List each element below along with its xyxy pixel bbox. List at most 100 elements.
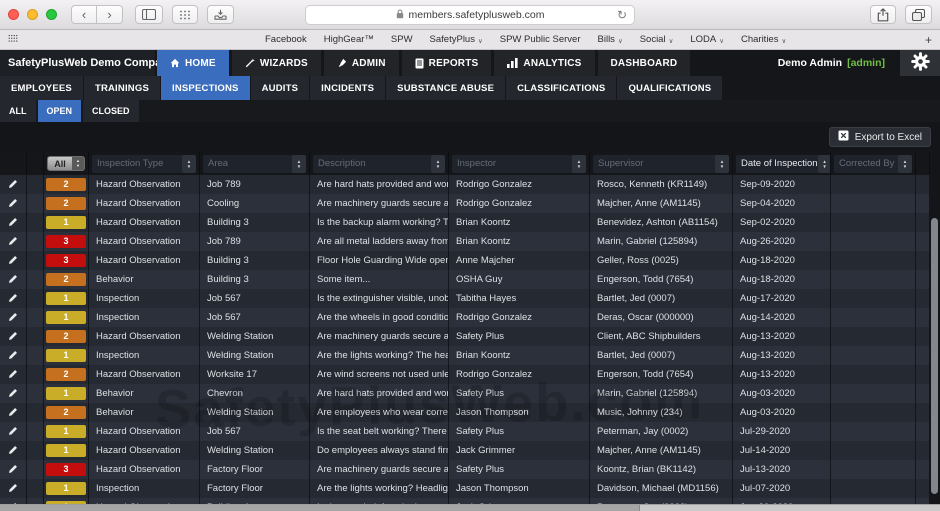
back-button[interactable]: ‹	[71, 5, 97, 24]
edit-pencil-icon[interactable]	[8, 233, 18, 251]
severity-badge[interactable]: 2	[46, 368, 86, 381]
sort-spinner-icon[interactable]: ▲▼	[715, 155, 729, 173]
description-cell: Some item...	[310, 270, 449, 289]
sort-spinner-icon[interactable]: ▲▼	[572, 155, 586, 173]
nav-item-home[interactable]: HOME	[157, 50, 229, 76]
edit-pencil-icon[interactable]	[8, 385, 18, 403]
horizontal-scrollbar[interactable]	[0, 504, 940, 511]
sort-spinner-icon[interactable]: ▲▼	[182, 155, 196, 173]
minimize-window-button[interactable]	[27, 9, 38, 20]
tab-employees[interactable]: EMPLOYEES	[0, 76, 83, 100]
share-icon[interactable]	[870, 5, 896, 24]
severity-badge[interactable]: 1	[46, 482, 86, 495]
edit-pencil-icon[interactable]	[8, 271, 18, 289]
tab-substance-abuse[interactable]: SUBSTANCE ABUSE	[386, 76, 505, 100]
filter-description[interactable]: Description▲▼	[313, 155, 445, 173]
tab-trainings[interactable]: TRAININGS	[84, 76, 160, 100]
bookmark-item-facebook[interactable]: Facebook	[265, 34, 307, 45]
bookmark-item-highgear-[interactable]: HighGear™	[324, 34, 374, 45]
top-sites-icon[interactable]	[207, 5, 234, 24]
tab-classifications[interactable]: CLASSIFICATIONS	[506, 76, 616, 100]
vertical-scrollbar[interactable]	[931, 152, 938, 503]
corrected-by-cell	[831, 479, 916, 498]
sort-spinner-icon[interactable]: ▲▼	[292, 155, 306, 173]
bookmark-item-spw-public-server[interactable]: SPW Public Server	[500, 34, 581, 45]
severity-badge[interactable]: 1	[46, 216, 86, 229]
edit-pencil-icon[interactable]	[8, 461, 18, 479]
severity-badge[interactable]: 3	[46, 235, 86, 248]
severity-badge[interactable]: 1	[46, 425, 86, 438]
severity-badge[interactable]: 1	[46, 292, 86, 305]
tab-qualifications[interactable]: QUALIFICATIONS	[617, 76, 722, 100]
edit-pencil-icon[interactable]	[8, 404, 18, 422]
status-tab-open[interactable]: OPEN	[38, 100, 82, 122]
edit-pencil-icon[interactable]	[8, 423, 18, 441]
filter-date-of-inspection[interactable]: Date of Inspection▲▼	[736, 155, 831, 173]
severity-badge[interactable]: 2	[46, 197, 86, 210]
score-filter-select[interactable]: All▲▼	[47, 156, 85, 171]
filter-inspector[interactable]: Inspector▲▼	[452, 155, 586, 173]
edit-pencil-icon[interactable]	[8, 328, 18, 346]
edit-pencil-icon[interactable]	[8, 366, 18, 384]
nav-item-admin[interactable]: ADMIN	[324, 50, 399, 76]
severity-badge[interactable]: 2	[46, 273, 86, 286]
apps-grid-icon[interactable]	[8, 34, 18, 46]
severity-badge[interactable]: 3	[46, 254, 86, 267]
tab-inspections[interactable]: INSPECTIONS	[161, 76, 250, 100]
tab-incidents[interactable]: INCIDENTS	[310, 76, 385, 100]
bookmark-item-bills[interactable]: Bills∨	[598, 34, 623, 45]
horizontal-scrollbar-thumb[interactable]	[0, 505, 640, 511]
nav-item-dashboard[interactable]: DASHBOARD	[598, 50, 691, 76]
edit-pencil-icon[interactable]	[8, 309, 18, 327]
new-tab-button[interactable]: +	[925, 33, 932, 47]
bookmark-item-loda[interactable]: LODA∨	[690, 34, 724, 45]
severity-badge[interactable]: 2	[46, 406, 86, 419]
nav-item-reports[interactable]: REPORTS	[402, 50, 492, 76]
address-bar[interactable]: members.safetyplusweb.com ↻	[305, 5, 635, 25]
filter-supervisor[interactable]: Supervisor▲▼	[593, 155, 729, 173]
grid-icon[interactable]	[172, 5, 198, 24]
severity-badge[interactable]: 1	[46, 387, 86, 400]
bookmark-item-safetyplus[interactable]: SafetyPlus∨	[430, 34, 483, 45]
edit-pencil-icon[interactable]	[8, 252, 18, 270]
nav-item-wizards[interactable]: WIZARDS	[232, 50, 321, 76]
severity-badge[interactable]: 3	[46, 463, 86, 476]
edit-cell	[0, 327, 27, 346]
export-to-excel-button[interactable]: Export to Excel	[829, 127, 931, 147]
sort-spinner-icon[interactable]: ▲▼	[818, 155, 831, 173]
severity-badge[interactable]: 1	[46, 311, 86, 324]
forward-button[interactable]: ›	[97, 5, 123, 24]
filter-inspection-type[interactable]: Inspection Type▲▼	[92, 155, 196, 173]
sort-spinner-icon[interactable]: ▲▼	[431, 155, 445, 173]
bookmark-item-charities[interactable]: Charities∨	[741, 34, 786, 45]
tab-overview-icon[interactable]	[905, 5, 932, 24]
close-window-button[interactable]	[8, 9, 19, 20]
edit-cell	[0, 384, 27, 403]
edit-pencil-icon[interactable]	[8, 176, 18, 194]
filter-corrected-by[interactable]: Corrected By▲▼	[834, 155, 912, 173]
sort-spinner-icon[interactable]: ▲▼	[898, 155, 912, 173]
edit-pencil-icon[interactable]	[8, 195, 18, 213]
edit-pencil-icon[interactable]	[8, 214, 18, 232]
filter-area[interactable]: Area▲▼	[203, 155, 306, 173]
edit-pencil-icon[interactable]	[8, 347, 18, 365]
tab-audits[interactable]: AUDITS	[251, 76, 310, 100]
severity-badge[interactable]: 2	[46, 330, 86, 343]
sliver-cell	[916, 327, 930, 346]
bookmark-item-social[interactable]: Social∨	[640, 34, 674, 45]
bookmark-item-spw[interactable]: SPW	[391, 34, 413, 45]
settings-button[interactable]	[900, 50, 940, 76]
nav-item-analytics[interactable]: ANALYTICS	[494, 50, 594, 76]
edit-pencil-icon[interactable]	[8, 442, 18, 460]
sidebar-icon[interactable]	[135, 5, 163, 24]
edit-pencil-icon[interactable]	[8, 290, 18, 308]
status-tab-closed[interactable]: CLOSED	[83, 100, 139, 122]
refresh-icon[interactable]: ↻	[617, 8, 627, 22]
zoom-window-button[interactable]	[46, 9, 57, 20]
severity-badge[interactable]: 1	[46, 444, 86, 457]
status-tab-all[interactable]: ALL	[0, 100, 36, 122]
severity-badge[interactable]: 1	[46, 349, 86, 362]
vertical-scrollbar-thumb[interactable]	[931, 218, 938, 494]
severity-badge[interactable]: 2	[46, 178, 86, 191]
edit-pencil-icon[interactable]	[8, 480, 18, 498]
